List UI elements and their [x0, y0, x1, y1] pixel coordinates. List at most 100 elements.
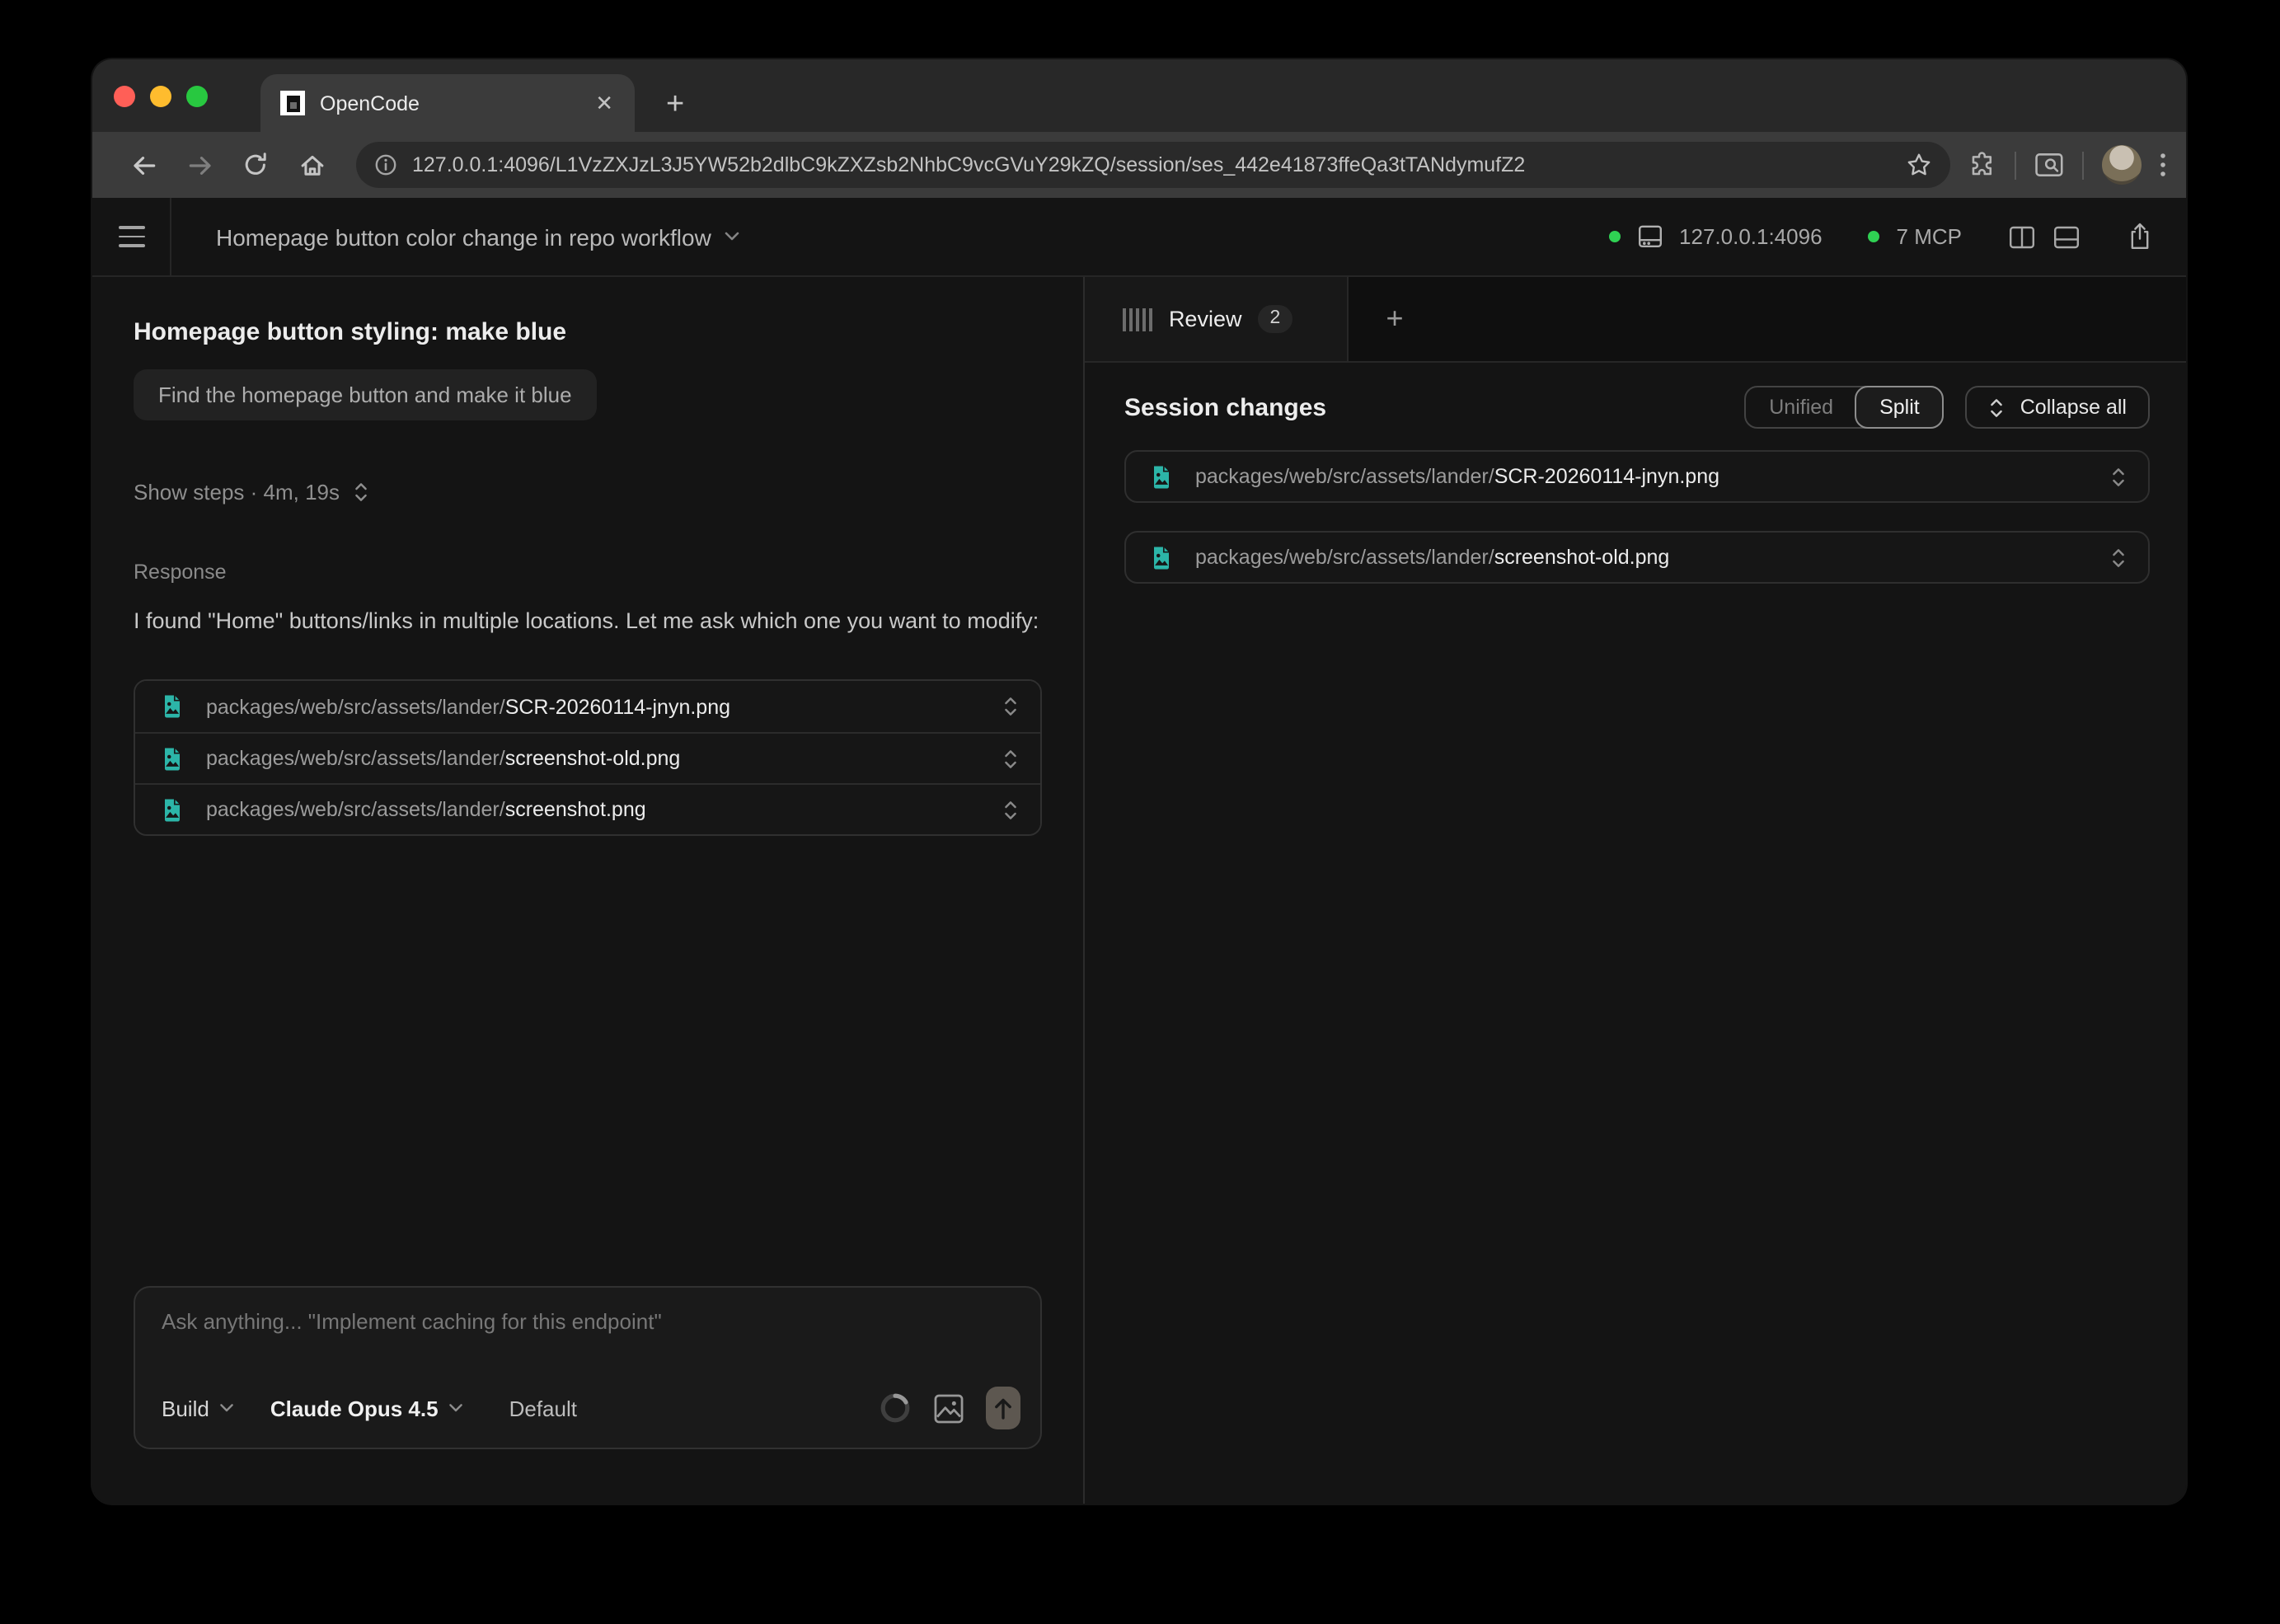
- bookmark-star-icon[interactable]: [1906, 152, 1932, 178]
- file-dir: packages/web/src/assets/lander/: [1195, 546, 1494, 569]
- split-horizontal-icon[interactable]: [2052, 223, 2081, 250]
- unfold-icon: [353, 481, 369, 503]
- file-row[interactable]: packages/web/src/assets/lander/SCR-20260…: [135, 681, 1040, 732]
- show-steps-toggle[interactable]: Show steps · 4m, 19s: [134, 480, 1042, 505]
- file-dir: packages/web/src/assets/lander/: [206, 798, 505, 821]
- review-tabbar: Review 2 +: [1085, 277, 2186, 363]
- message-input[interactable]: [135, 1288, 1040, 1387]
- unified-toggle[interactable]: Unified: [1746, 387, 1856, 427]
- traffic-light-close[interactable]: [114, 85, 135, 106]
- file-name: screenshot.png: [505, 798, 646, 821]
- review-controls: Unified Split Collapse all: [1744, 386, 2150, 429]
- context-usage-ring-icon: [879, 1392, 912, 1425]
- user-message: Find the homepage button and make it blu…: [134, 369, 597, 420]
- chat-panel: Homepage button styling: make blue Find …: [92, 277, 1085, 1504]
- review-header: Session changes Unified Split Collapse a…: [1124, 386, 2150, 429]
- toolbar-right: [1960, 145, 2166, 185]
- send-button[interactable]: [986, 1387, 1020, 1429]
- attach-image-button[interactable]: [933, 1392, 964, 1424]
- review-panel: Review 2 + Session changes Unified Split: [1085, 277, 2186, 1504]
- tab-close-icon[interactable]: ✕: [590, 89, 618, 117]
- agent-selector[interactable]: Default: [509, 1396, 577, 1420]
- session-changes-heading: Session changes: [1124, 393, 1326, 421]
- split-vertical-icon[interactable]: [2008, 223, 2036, 250]
- file-image-icon: [1149, 464, 1174, 489]
- toolbar-separator: [2082, 151, 2084, 179]
- connection-status-dot: [1608, 231, 1620, 242]
- mcp-status-dot: [1869, 231, 1880, 242]
- url-text[interactable]: 127.0.0.1:4096/L1VzZXJzL3J5YW52b2dlbC9kZ…: [412, 153, 1906, 176]
- file-row[interactable]: packages/web/src/assets/lander/screensho…: [135, 732, 1040, 783]
- forward-button[interactable]: [171, 151, 228, 179]
- file-image-icon: [160, 797, 185, 822]
- traffic-light-zoom[interactable]: [186, 85, 208, 106]
- chevron-down-icon: [725, 231, 741, 242]
- diff-bars-icon: [1123, 307, 1152, 331]
- change-row[interactable]: packages/web/src/assets/lander/screensho…: [1124, 531, 2150, 584]
- tab-review[interactable]: Review 2: [1085, 277, 1349, 361]
- session-changes-list: packages/web/src/assets/lander/SCR-20260…: [1124, 450, 2150, 584]
- expand-chevron-icon: [1002, 799, 1019, 820]
- session-title-dropdown[interactable]: Homepage button color change in repo wor…: [171, 198, 741, 275]
- browser-menu-icon[interactable]: [2160, 152, 2166, 178]
- browser-tab[interactable]: OpenCode ✕: [260, 74, 635, 132]
- mode-selector[interactable]: Build: [162, 1396, 234, 1420]
- file-image-icon: [160, 694, 185, 719]
- extensions-icon[interactable]: [1968, 151, 1996, 179]
- composer-toolbar: Build Claude Opus 4.5 Default: [135, 1387, 1040, 1448]
- opencode-app: Homepage button color change in repo wor…: [92, 198, 2186, 1504]
- profile-avatar[interactable]: [2102, 145, 2142, 185]
- page-search-icon[interactable]: [2034, 152, 2064, 178]
- reload-button[interactable]: [228, 152, 284, 178]
- app-header: Homepage button color change in repo wor…: [92, 198, 2186, 277]
- traffic-light-minimize[interactable]: [150, 85, 171, 106]
- file-dir: packages/web/src/assets/lander/: [206, 695, 505, 718]
- app-body: Homepage button styling: make blue Find …: [92, 277, 2186, 1504]
- session-title: Homepage button color change in repo wor…: [216, 223, 711, 250]
- response-label: Response: [134, 561, 1042, 584]
- expand-chevron-icon: [1002, 696, 1019, 717]
- share-icon[interactable]: [2127, 223, 2153, 251]
- change-row[interactable]: packages/web/src/assets/lander/SCR-20260…: [1124, 450, 2150, 503]
- arrow-up-icon: [994, 1397, 1012, 1419]
- file-image-icon: [1149, 545, 1174, 570]
- browser-window: OpenCode ✕ + 127.0.0.1:4096/L1VzZXJzL3J5…: [92, 59, 2186, 1504]
- mcp-status[interactable]: 7 MCP: [1897, 224, 1962, 249]
- new-review-tab-button[interactable]: +: [1349, 277, 1441, 361]
- address-bar[interactable]: 127.0.0.1:4096/L1VzZXJzL3J5YW52b2dlbC9kZ…: [356, 142, 1950, 188]
- file-dir: packages/web/src/assets/lander/: [206, 747, 505, 770]
- expand-chevron-icon: [2110, 547, 2127, 568]
- header-status: 127.0.0.1:4096 7 MCP: [1608, 198, 2186, 275]
- home-button[interactable]: [284, 151, 340, 179]
- review-content: Session changes Unified Split Collapse a…: [1085, 363, 2186, 584]
- server-address[interactable]: 127.0.0.1:4096: [1679, 224, 1823, 249]
- split-toggle[interactable]: Split: [1855, 386, 1945, 429]
- model-selector[interactable]: Claude Opus 4.5: [244, 1396, 463, 1420]
- collapse-all-label: Collapse all: [2020, 396, 2127, 419]
- tab-title: OpenCode: [320, 92, 590, 115]
- unfold-icon: [1989, 397, 2006, 418]
- back-button[interactable]: [115, 151, 171, 179]
- site-info-icon[interactable]: [374, 153, 397, 176]
- window-controls: [92, 59, 208, 132]
- file-row[interactable]: packages/web/src/assets/lander/screensho…: [135, 783, 1040, 834]
- opencode-favicon: [280, 91, 305, 115]
- file-dir: packages/web/src/assets/lander/: [1195, 465, 1494, 488]
- hamburger-icon: [118, 226, 144, 247]
- review-tab-label: Review: [1169, 307, 1242, 331]
- sidebar-toggle-button[interactable]: [92, 198, 171, 275]
- collapse-all-button[interactable]: Collapse all: [1966, 386, 2150, 429]
- review-count-badge: 2: [1258, 304, 1292, 334]
- file-image-icon: [160, 746, 185, 771]
- file-name: SCR-20260114-jnyn.png: [1494, 465, 1719, 488]
- server-icon: [1636, 224, 1663, 249]
- file-name: screenshot-old.png: [505, 747, 681, 770]
- file-name: SCR-20260114-jnyn.png: [505, 695, 730, 718]
- expand-chevron-icon: [2110, 466, 2127, 487]
- chevron-down-icon: [448, 1403, 463, 1413]
- file-option-list: packages/web/src/assets/lander/SCR-20260…: [134, 679, 1042, 836]
- show-steps-label: Show steps · 4m, 19s: [134, 480, 340, 505]
- new-tab-button[interactable]: +: [666, 89, 684, 120]
- chevron-down-icon: [219, 1403, 234, 1413]
- file-name: screenshot-old.png: [1494, 546, 1670, 569]
